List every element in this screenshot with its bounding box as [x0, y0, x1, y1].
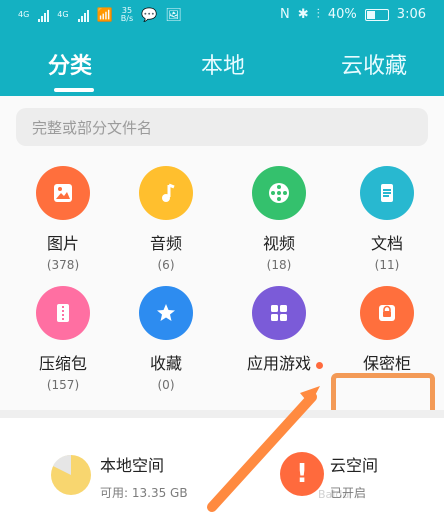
category-label: 文档 [370, 234, 403, 253]
category-count: (378) [46, 258, 80, 272]
exclamation-icon: ! [296, 459, 308, 489]
network-indicator-2: 4G [57, 10, 69, 19]
star-icon-svg [157, 304, 175, 321]
safe-icon [360, 286, 414, 340]
apps-grid-icon-svg [271, 305, 287, 321]
local-storage-pie-icon [48, 452, 94, 498]
wechat-icon: 💬 [141, 7, 158, 23]
status-right: N ✱ ⫶ 40% 3:06 [280, 7, 426, 22]
zip-icon [36, 286, 90, 340]
storage-section: 本地空间 可用: 13.35 GB ! 云空间 已开启 [0, 418, 444, 521]
category-label: 视频 [262, 234, 295, 253]
category-count: (157) [46, 378, 80, 392]
category-label: 收藏 [149, 354, 182, 373]
watermark: Baidu [318, 488, 350, 501]
search-placeholder: 完整或部分文件名 [32, 118, 153, 137]
music-icon-svg [162, 183, 175, 202]
tab-local[interactable]: 本地 [201, 48, 245, 80]
pie-chart-icon [51, 454, 91, 495]
category-video[interactable]: 视频 (18) [224, 166, 334, 286]
tab-category[interactable]: 分类 [48, 48, 92, 80]
network-speed: 35 B/s [120, 6, 134, 23]
bluetooth-icon: ✱ [297, 7, 309, 22]
category-count: (6) [157, 258, 175, 272]
category-apps-games[interactable]: 应用游戏 [224, 286, 334, 406]
apps-grid-icon [252, 286, 306, 340]
category-count: (18) [266, 258, 292, 272]
nfc-icon: N [280, 7, 290, 22]
category-archives[interactable]: 压缩包 (157) [8, 286, 118, 406]
section-divider [0, 410, 444, 418]
image-icon-svg [54, 184, 72, 202]
signal-icon-2 [77, 8, 89, 22]
battery-icon [364, 8, 389, 21]
cloud-storage-title: 云空间 [330, 456, 379, 475]
safe-icon-svg [379, 305, 395, 321]
zip-icon-svg [57, 304, 69, 322]
category-label: 压缩包 [38, 354, 87, 373]
document-icon-svg [381, 184, 393, 202]
category-favorites[interactable]: 收藏 (0) [111, 286, 221, 406]
category-count: (11) [374, 258, 400, 272]
category-label: 图片 [46, 234, 79, 253]
star-icon [139, 286, 193, 340]
header: 4G 4G 📶 35 B/s 💬 🖼 N ✱ ⫶ 40% 3:06 分类 本地 … [0, 0, 444, 96]
notification-dot [316, 362, 323, 369]
local-storage-available: 可用: 13.35 GB [100, 486, 188, 500]
status-bar: 4G 4G 📶 35 B/s 💬 🖼 N ✱ ⫶ 40% 3:06 [0, 0, 444, 34]
active-tab-indicator [54, 88, 94, 92]
category-content: 完整或部分文件名 图片 (378) 音频 (6) 视频 (18) 文档 (11)… [0, 96, 444, 483]
image-icon: 🖼 [165, 7, 182, 23]
document-icon [360, 166, 414, 220]
category-label: 保密柜 [362, 354, 411, 373]
video-icon [252, 166, 306, 220]
signal-icon-1 [38, 8, 50, 22]
battery-text: 40% [327, 7, 357, 22]
network-indicator-1: 4G [18, 10, 30, 19]
local-storage-title: 本地空间 [100, 456, 165, 475]
film-reel-icon [269, 183, 289, 203]
tab-bar: 分类 本地 云收藏 [0, 48, 444, 88]
status-left: 4G 4G 📶 35 B/s 💬 🖼 [18, 7, 182, 23]
category-label: 音频 [149, 234, 182, 253]
category-documents[interactable]: 文档 (11) [332, 166, 442, 286]
category-count: (0) [157, 378, 175, 392]
tab-cloud-favorites[interactable]: 云收藏 [341, 48, 407, 80]
clock: 3:06 [396, 7, 426, 22]
vibrate-icon: ⫶ [316, 7, 320, 22]
category-images[interactable]: 图片 (378) [8, 166, 118, 286]
category-audio[interactable]: 音频 (6) [111, 166, 221, 286]
wifi-icon: 📶 [96, 7, 113, 23]
image-icon [36, 166, 90, 220]
search-input[interactable]: 完整或部分文件名 [16, 108, 428, 146]
music-icon [139, 166, 193, 220]
